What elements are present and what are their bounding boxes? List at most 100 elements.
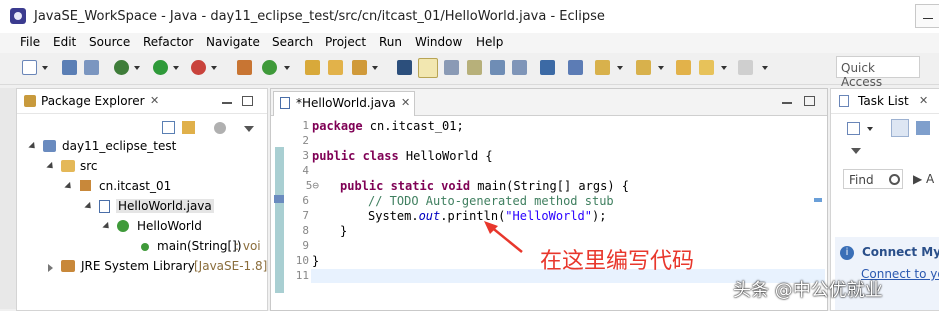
paragraph-icon[interactable] (512, 60, 527, 75)
show-whitespace-icon[interactable] (467, 60, 482, 75)
new-task-icon[interactable] (847, 122, 860, 135)
line-number-fold[interactable]: 5⊖ (306, 179, 319, 192)
menu-help[interactable]: Help (476, 35, 503, 49)
next-annotation-icon[interactable] (595, 60, 610, 75)
search-dropdown-icon[interactable] (372, 66, 378, 70)
find-input[interactable]: Find (843, 169, 903, 189)
console-icon[interactable] (540, 60, 555, 75)
expanded-arrow-icon[interactable] (102, 221, 112, 232)
new-dropdown-icon[interactable] (42, 66, 48, 70)
expanded-arrow-icon[interactable] (46, 161, 56, 172)
collapsed-arrow-icon[interactable] (48, 264, 53, 272)
debug-dropdown-icon[interactable] (134, 66, 140, 70)
task-list-header: Task List ✕ (831, 89, 939, 114)
menu-project[interactable]: Project (325, 35, 366, 49)
minimize-view-icon[interactable] (222, 102, 232, 104)
package-icon (80, 180, 91, 191)
jre-version: [JavaSE-1.8] (194, 259, 268, 273)
previous-annotation-icon[interactable] (636, 60, 651, 75)
run-icon[interactable] (153, 60, 168, 75)
line-number: 7 (302, 209, 309, 222)
debug-icon[interactable] (114, 60, 129, 75)
code-line-1[interactable]: package cn.itcast_01; (312, 119, 464, 133)
menu-file[interactable]: File (20, 35, 40, 49)
menu-run[interactable]: Run (379, 35, 402, 49)
all-filter-link[interactable]: ▶ A (913, 172, 934, 186)
scheduled-icon[interactable] (916, 121, 930, 135)
external-tools-icon[interactable] (191, 60, 206, 75)
line-number: 10 (295, 254, 309, 267)
open-type-icon[interactable] (305, 60, 320, 75)
save-all-icon[interactable] (84, 60, 99, 75)
maximize-view-icon[interactable] (242, 96, 253, 106)
code-line-3[interactable]: public class HelloWorld { (312, 149, 493, 163)
new-icon[interactable] (22, 60, 37, 75)
save-icon[interactable] (62, 60, 77, 75)
search-icon[interactable] (889, 174, 900, 185)
expanded-arrow-icon[interactable] (84, 201, 94, 212)
block-selection-icon[interactable] (444, 60, 459, 75)
menu-navigate[interactable]: Navigate (206, 35, 260, 49)
pin-editor-icon[interactable] (568, 60, 583, 75)
new-task-dropdown-icon[interactable] (867, 127, 873, 131)
code-text: cn.itcast_01; (362, 119, 464, 133)
close-icon[interactable]: ✕ (401, 96, 410, 109)
overview-ruler-marker[interactable] (814, 198, 822, 202)
last-edit-location-icon[interactable] (676, 60, 691, 75)
code-line-10[interactable]: } (312, 254, 319, 268)
menu-edit[interactable]: Edit (53, 35, 76, 49)
back-dropdown-icon[interactable] (721, 66, 727, 70)
keyword: public static void (340, 179, 471, 193)
link-with-editor-icon[interactable] (182, 121, 195, 134)
expanded-arrow-icon[interactable] (28, 141, 38, 152)
mark-occurrences-icon[interactable] (418, 58, 438, 78)
line-number: 9 (302, 239, 309, 252)
menu-search[interactable]: Search (272, 35, 313, 49)
package-explorer-icon (24, 95, 36, 107)
source-folder-icon (61, 160, 75, 172)
code-text: ); (592, 209, 607, 223)
static-field: out (418, 209, 441, 223)
new-package-icon[interactable] (237, 60, 252, 75)
open-task-icon[interactable] (328, 60, 343, 75)
new-class-dropdown-icon[interactable] (284, 66, 290, 70)
search-icon[interactable] (352, 60, 367, 75)
maximize-view-icon[interactable] (804, 96, 815, 106)
task-marker-icon[interactable] (274, 195, 284, 203)
code-line-5[interactable]: public static void main(String[] args) { (340, 179, 629, 193)
view-menu-icon[interactable] (244, 126, 254, 132)
left-window-edge (0, 88, 16, 309)
back-icon[interactable] (699, 60, 714, 75)
run-dropdown-icon[interactable] (173, 66, 179, 70)
java-file-icon (99, 200, 110, 213)
previous-annotation-dropdown-icon[interactable] (658, 66, 664, 70)
close-icon[interactable]: ✕ (919, 94, 928, 107)
forward-dropdown-icon[interactable] (762, 66, 768, 70)
expanded-arrow-icon[interactable] (64, 181, 74, 192)
menu-refactor[interactable]: Refactor (143, 35, 193, 49)
editor-tab-bar: *HelloWorld.java ✕ (271, 89, 827, 116)
quick-access-input[interactable]: Quick Access (836, 56, 920, 89)
new-class-icon[interactable] (262, 60, 277, 75)
code-line-8[interactable]: } (340, 224, 347, 238)
focus-icon[interactable] (214, 122, 226, 134)
close-icon[interactable]: ✕ (150, 94, 159, 107)
word-wrap-icon[interactable] (490, 60, 505, 75)
forward-icon[interactable] (738, 60, 753, 75)
minimize-view-icon[interactable] (782, 102, 792, 104)
minimize-button[interactable] (915, 4, 939, 28)
view-menu-icon[interactable] (851, 148, 861, 154)
method-return-type: : voi (235, 239, 261, 253)
next-annotation-dropdown-icon[interactable] (617, 66, 623, 70)
categorized-icon[interactable] (891, 119, 909, 137)
collapse-all-icon[interactable] (162, 121, 175, 134)
menu-source[interactable]: Source (89, 35, 130, 49)
menu-window[interactable]: Window (415, 35, 462, 49)
toggle-breadcrumb-icon[interactable] (397, 60, 412, 75)
task-list-icon (839, 95, 849, 107)
code-line-6[interactable]: // TODO Auto-generated method stub (368, 194, 614, 208)
window-title: JavaSE_WorkSpace - Java - day11_eclipse_… (34, 9, 605, 24)
package-explorer-title: Package Explorer (41, 94, 145, 108)
external-tools-dropdown-icon[interactable] (211, 66, 217, 70)
tab-helloworld-java[interactable]: *HelloWorld.java ✕ (273, 91, 415, 116)
